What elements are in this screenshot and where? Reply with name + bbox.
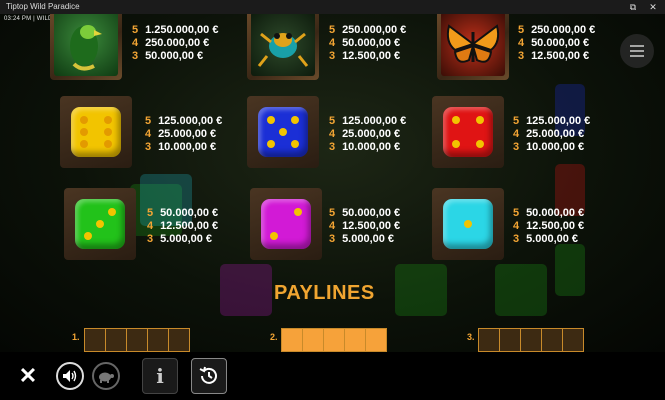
bottom-control-bar: ✕ i [0,352,665,400]
cyan-die-icon [443,199,493,249]
butterfly-icon [446,24,500,63]
frog-paytable: 5 250.000,00 € 4 50.000,00 € 3 12.500,00… [329,24,407,62]
yellow-die-paytable: 5 125.000,00 € 4 25.000,00 € 3 10.000,00… [145,115,223,153]
frog-symbol [247,14,319,80]
red-die-symbol [432,96,504,168]
parrot-paytable: 5 1.250.000,00 € 4 250.000,00 € 3 50.000… [132,24,219,62]
info-icon: i [156,364,164,388]
butterfly-symbol [437,14,509,80]
blue-die-paytable: 5 125.000,00 € 4 25.000,00 € 3 10.000,00… [329,115,407,153]
payline-3-diagram [478,328,584,352]
green-die-icon [75,199,125,249]
bg-green-die-tile [395,264,447,316]
history-icon [199,366,217,384]
payline-2-label: 2. [270,332,278,342]
blue-die-symbol [247,96,319,168]
yellow-die-symbol [60,96,132,168]
paytable-screen: 03:24 PM | WILD PARADICE | RTP 5 1.250.0… [0,14,665,352]
close-window-icon[interactable]: ✕ [646,1,660,13]
magenta-die-paytable: 5 50.000,00 € 4 12.500,00 € 3 5.000,00 € [329,207,401,245]
red-die-icon [443,107,493,157]
frog-icon [257,32,309,67]
blue-die-icon [258,107,308,157]
paylines-heading: PAYLINES [274,282,375,304]
cyan-die-paytable: 5 50.000,00 € 4 12.500,00 € 3 5.000,00 € [513,207,585,245]
info-button[interactable]: i [142,358,178,394]
close-button[interactable]: ✕ [14,362,42,390]
turbo-turtle-icon [99,372,114,383]
payline-1-label: 1. [72,332,80,342]
magenta-die-symbol [250,188,322,260]
menu-button[interactable] [620,34,654,68]
magenta-die-icon [261,199,311,249]
turbo-button[interactable] [92,362,120,390]
bg-green-die-tile [495,264,547,316]
window-titlebar: Tiptop Wild Paradice ⧉ ✕ [0,0,665,14]
payline-1-diagram [84,328,190,352]
green-die-paytable: 5 50.000,00 € 4 12.500,00 € 3 5.000,00 € [147,207,219,245]
green-die-symbol [64,188,136,260]
red-die-paytable: 5 125.000,00 € 4 25.000,00 € 3 10.000,00… [513,115,591,153]
parrot-symbol [50,14,122,80]
history-button[interactable] [191,358,227,394]
payline-3-label: 3. [467,332,475,342]
butterfly-paytable: 5 250.000,00 € 4 50.000,00 € 3 12.500,00… [518,24,596,62]
cyan-die-symbol [432,188,504,260]
bg-green-die-tile [555,244,585,296]
bg-magenta-die-tile [220,264,272,316]
yellow-die-icon [71,107,121,157]
close-icon: ✕ [18,363,38,388]
payline-2-diagram [281,328,387,352]
sound-icon [63,370,77,382]
sound-button[interactable] [56,362,84,390]
parrot-icon [70,25,102,71]
window-title: Tiptop Wild Paradice [6,2,80,11]
restore-window-icon[interactable]: ⧉ [626,1,640,13]
